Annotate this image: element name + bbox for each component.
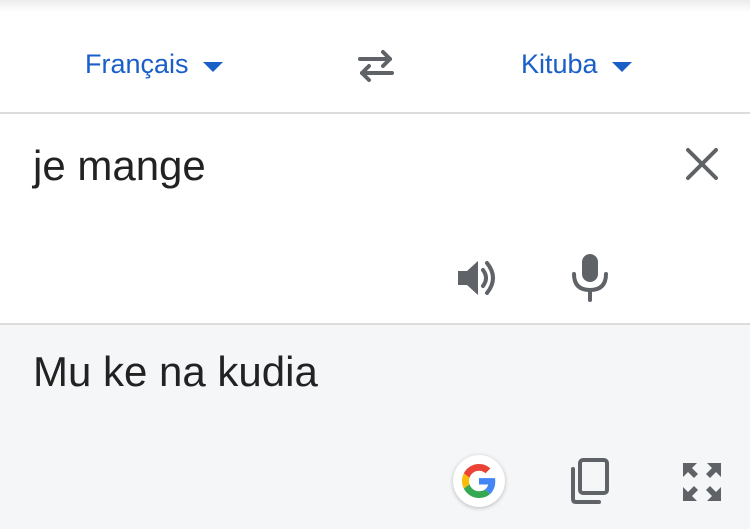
swap-arrows-icon <box>358 50 394 82</box>
close-icon <box>686 148 718 180</box>
microphone-icon <box>572 254 608 302</box>
language-bar: Français Kituba <box>0 12 750 114</box>
source-language-button[interactable]: Français <box>85 46 223 82</box>
google-search-button[interactable] <box>453 455 505 507</box>
translation-text: Mu ke na kudia <box>33 348 318 395</box>
top-shadow <box>0 0 750 12</box>
target-language-label: Kituba <box>521 48 598 79</box>
listen-button[interactable] <box>454 254 502 302</box>
chevron-down-icon <box>611 62 632 72</box>
target-language-button[interactable]: Kituba <box>521 46 632 82</box>
source-text-input[interactable]: je mange <box>33 142 206 190</box>
voice-input-button[interactable] <box>568 252 612 304</box>
translation-panel: Mu ke na kudia <box>0 325 750 529</box>
fullscreen-icon <box>683 463 721 501</box>
speaker-icon <box>458 261 495 295</box>
copy-icon <box>571 458 609 504</box>
google-logo-icon <box>462 464 496 498</box>
source-language-label: Français <box>85 48 189 79</box>
swap-languages-button[interactable] <box>352 48 400 84</box>
copy-button[interactable] <box>568 457 610 505</box>
chevron-down-icon <box>202 62 223 72</box>
clear-button[interactable] <box>682 144 722 184</box>
source-text-panel: je mange <box>0 114 750 325</box>
fullscreen-button[interactable] <box>680 460 724 504</box>
